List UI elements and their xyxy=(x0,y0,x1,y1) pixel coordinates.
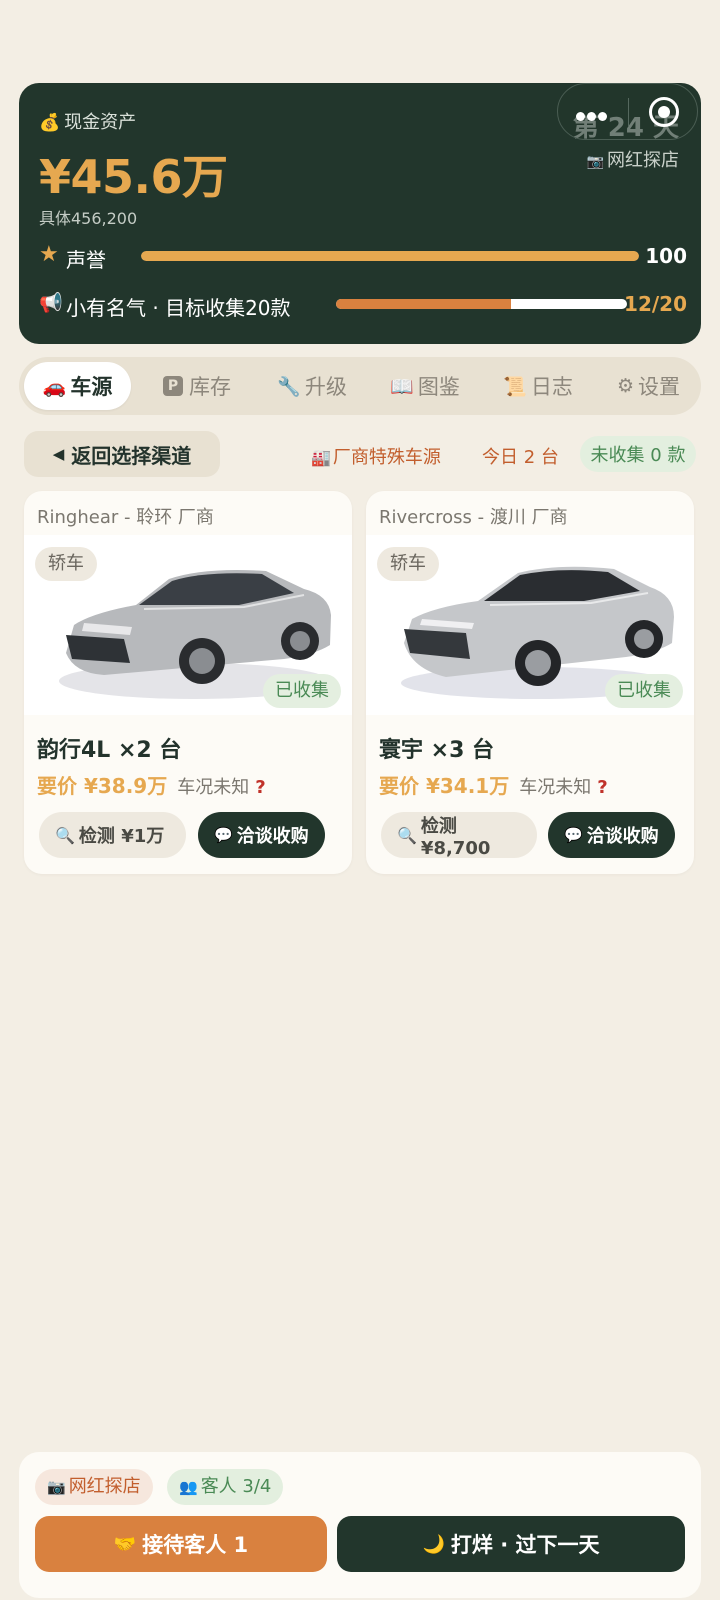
next-day-button[interactable]: 🌙 打烊 · 过下一天 xyxy=(337,1516,685,1572)
negotiate-button[interactable]: 💬 洽谈收购 xyxy=(548,812,675,858)
wrench-icon: 🔧 xyxy=(277,375,301,398)
tab-label: 车源 xyxy=(70,375,113,399)
capsule-divider xyxy=(628,98,629,126)
car-icon: 🚗 xyxy=(42,375,67,398)
moon-icon: 🌙 xyxy=(422,1533,445,1555)
cash-label: 💰 现金资产 xyxy=(39,108,136,134)
reputation-bar-fill xyxy=(141,251,639,261)
search-icon: 🔍 xyxy=(397,825,417,845)
tab-label: 升级 xyxy=(304,375,347,399)
collected-badge: 已收集 xyxy=(605,674,683,708)
back-button-label: 返回选择渠道 xyxy=(71,443,192,468)
car-type-tag: 轿车 xyxy=(377,547,439,581)
tab-catalog[interactable]: 📖 图鉴 xyxy=(375,362,475,410)
money-bag-icon: 💰 xyxy=(39,113,61,133)
fame-row: 📢 小有名气 · 目标收集20款 12/20 xyxy=(39,291,687,320)
miniprogram-capsule xyxy=(557,83,698,140)
tab-bar: 🚗 车源 P 库存 🔧 升级 📖 图鉴 📜 日志 ⚙ 设置 xyxy=(19,357,701,415)
scroll-icon: 📜 xyxy=(503,375,527,398)
book-icon: 📖 xyxy=(390,375,414,398)
next-day-label: 打烊 · 过下一天 xyxy=(450,1533,600,1557)
megaphone-icon: 📢 xyxy=(39,292,63,314)
negotiate-label: 洽谈收购 xyxy=(236,826,309,847)
tab-label: 日志 xyxy=(530,375,573,399)
guests-chip-text: 客人 3/4 xyxy=(200,1476,272,1497)
factory-icon: 🏭 xyxy=(311,448,331,467)
inspect-label: 检测 ¥1万 xyxy=(78,826,165,847)
fame-bar-fill xyxy=(336,299,511,309)
reputation-bar xyxy=(141,251,639,261)
tab-car-source[interactable]: 🚗 车源 xyxy=(24,362,131,410)
collected-badge: 已收集 xyxy=(263,674,341,708)
close-target-icon[interactable] xyxy=(649,97,679,127)
question-icon: ? xyxy=(597,777,608,798)
cash-amount: ¥45.6万 xyxy=(39,150,228,204)
receive-guest-label: 接待客人 1 xyxy=(142,1533,249,1557)
negotiate-label: 洽谈收购 xyxy=(586,826,659,847)
car-maker: Rivercross - 渡川 厂商 xyxy=(379,507,568,528)
inspect-button[interactable]: 🔍 检测 ¥8,700 xyxy=(381,812,537,859)
speech-bubble-icon: 💬 xyxy=(564,826,583,844)
price-row: 要价 ¥34.1万 车况未知? xyxy=(379,770,608,799)
receive-guest-button[interactable]: 🤝 接待客人 1 xyxy=(35,1516,327,1572)
tab-label: 图鉴 xyxy=(417,375,460,399)
tab-settings[interactable]: ⚙ 设置 xyxy=(601,362,696,410)
speech-bubble-icon: 💬 xyxy=(214,826,233,844)
today-count: 今日 2 台 xyxy=(482,447,559,468)
negotiate-button[interactable]: 💬 洽谈收购 xyxy=(198,812,325,858)
event-tag: 📷 网红探店 xyxy=(587,146,679,172)
car-name: 寰宇 ×3 台 xyxy=(379,738,495,763)
guests-chip: 👥 客人 3/4 xyxy=(167,1469,284,1505)
back-arrow-icon: ◀ xyxy=(52,445,65,463)
tab-label: 库存 xyxy=(189,375,231,399)
cash-detail: 具体456,200 xyxy=(39,209,138,228)
parking-icon: P xyxy=(163,376,183,396)
reputation-row: ★ 声誉 100 xyxy=(39,242,687,272)
asking-price: 要价 ¥34.1万 xyxy=(379,774,510,798)
car-maker: Ringhear - 聆环 厂商 xyxy=(37,507,214,528)
car-type-tag: 轿车 xyxy=(35,547,97,581)
gear-icon: ⚙ xyxy=(616,375,635,397)
inspect-button[interactable]: 🔍 检测 ¥1万 xyxy=(39,812,186,858)
status-panel: 💰 现金资产 ¥45.6万 具体456,200 第 24 天 📷 网红探店 ★ 声誉… xyxy=(19,83,701,344)
channel-text: 厂商特殊车源 xyxy=(332,447,441,468)
reputation-value: 100 xyxy=(645,244,687,268)
cash-label-text: 现金资产 xyxy=(64,112,137,133)
inspect-label: 检测 ¥8,700 xyxy=(420,815,491,859)
event-chip-text: 网红探店 xyxy=(68,1476,141,1497)
fame-label: 小有名气 · 目标收集20款 xyxy=(66,296,291,320)
camera-icon: 📷 xyxy=(47,1478,66,1496)
tab-log[interactable]: 📜 日志 xyxy=(488,362,588,410)
action-panel: 📷 网红探店 👥 客人 3/4 🤝 接待客人 1 🌙 打烊 · 过下一天 xyxy=(19,1452,701,1598)
people-icon: 👥 xyxy=(179,1478,198,1496)
fame-value: 12/20 xyxy=(624,292,687,316)
back-to-channel-button[interactable]: ◀ 返回选择渠道 xyxy=(24,431,220,477)
condition-status: 车况未知 xyxy=(177,777,250,798)
car-card[interactable]: Ringhear - 聆环 厂商 轿车 已收集 韵行4L ×2 台 要价 ¥38… xyxy=(24,491,352,874)
channel-label: 🏭 厂商特殊车源 xyxy=(311,443,441,469)
uncollected-badge: 未收集 0 款 xyxy=(580,436,696,472)
tab-upgrade[interactable]: 🔧 升级 xyxy=(262,362,362,410)
asking-price: 要价 ¥38.9万 xyxy=(37,774,168,798)
camera-icon: 📷 xyxy=(586,154,604,170)
condition-status: 车况未知 xyxy=(519,777,592,798)
star-icon: ★ xyxy=(39,242,59,267)
event-tag-text: 网红探店 xyxy=(607,150,679,171)
tab-label: 设置 xyxy=(638,375,681,399)
handshake-icon: 🤝 xyxy=(113,1533,137,1555)
event-chip: 📷 网红探店 xyxy=(35,1469,153,1505)
car-card[interactable]: Rivercross - 渡川 厂商 轿车 已收集 寰宇 ×3 台 要价 ¥34… xyxy=(366,491,694,874)
tab-inventory[interactable]: P 库存 xyxy=(147,362,247,410)
reputation-label: 声誉 xyxy=(66,248,106,272)
search-icon: 🔍 xyxy=(55,825,75,845)
question-icon: ? xyxy=(255,777,266,798)
fame-bar xyxy=(336,299,627,309)
car-name: 韵行4L ×2 台 xyxy=(37,738,182,763)
more-icon[interactable] xyxy=(576,106,609,125)
price-row: 要价 ¥38.9万 车况未知? xyxy=(37,770,266,799)
